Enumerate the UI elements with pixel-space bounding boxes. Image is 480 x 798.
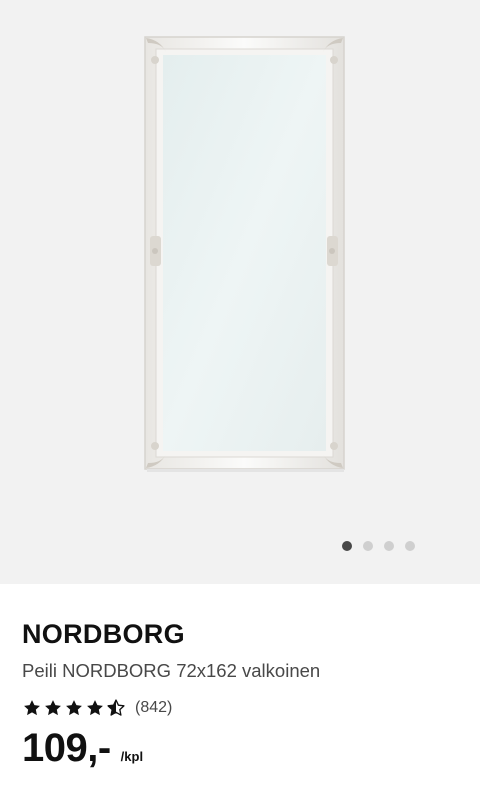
carousel-dots (342, 541, 415, 551)
review-count[interactable]: (842) (135, 699, 172, 717)
carousel-dot-4[interactable] (405, 541, 415, 551)
price-row: 109,- /kpl (22, 724, 143, 772)
rating-stars (22, 698, 126, 718)
carousel-dot-1[interactable] (342, 541, 352, 551)
product-image-gallery[interactable] (0, 0, 480, 584)
carousel-dot-2[interactable] (363, 541, 373, 551)
product-description: Peili NORDBORG 72x162 valkoinen (22, 660, 321, 681)
star-full-icon (66, 700, 82, 716)
price-unit: /kpl (120, 749, 144, 764)
product-name: NORDBORG (22, 619, 185, 649)
star-full-icon (24, 700, 40, 716)
product-rating[interactable]: (842) (22, 696, 172, 720)
mirror-product-image[interactable] (0, 0, 480, 584)
star-full-icon (45, 700, 61, 716)
star-full-icon (87, 700, 103, 716)
carousel-dot-3[interactable] (384, 541, 394, 551)
product-price: 109,- (22, 726, 111, 770)
star-half-icon (107, 699, 125, 716)
